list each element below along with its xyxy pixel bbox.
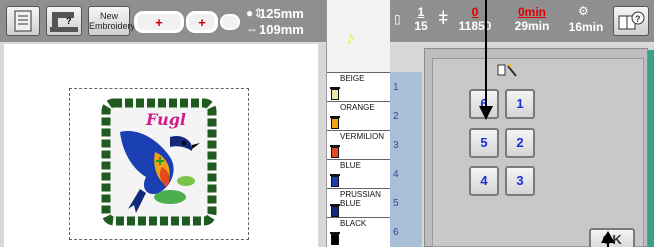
preview-thread-icon: ♪ — [346, 28, 355, 48]
color-name-line1: PRUSSIAN — [340, 190, 381, 199]
sequence-number: 1 — [393, 82, 399, 93]
sequence-number: 3 — [393, 140, 399, 151]
color-item-orange[interactable]: ORANGE — [327, 101, 391, 130]
stitch-total: 11850 — [458, 19, 492, 33]
help-book-icon: ? — [618, 11, 645, 30]
color-item-beige[interactable]: BEIGE — [327, 72, 391, 101]
needle-key-6[interactable]: 6 — [469, 89, 499, 119]
color-name-line2: BLUE — [340, 199, 361, 208]
stitch-counter: 0 11850 — [448, 5, 502, 37]
needle-keypad-area — [432, 58, 644, 247]
embroidery-edit-area[interactable]: Fugl — [4, 44, 318, 247]
new-embroidery-button[interactable]: New Embroidery — [88, 6, 136, 36]
color-sequence-column: 1 2 3 4 5 6 — [390, 72, 422, 247]
sequence-number: 5 — [393, 198, 399, 209]
spool-icon — [330, 174, 340, 187]
spool-icon: ▯ — [394, 12, 401, 26]
ok-button[interactable]: OK — [589, 228, 635, 247]
design-height: 109mm — [259, 22, 304, 37]
frame-center-mark: + — [198, 15, 206, 30]
spool-icon — [330, 145, 340, 158]
svg-text:?: ? — [66, 16, 72, 26]
height-arrow-icon: ⇔ — [246, 22, 258, 36]
embroidery-screen: ? New Embroidery + + ●⇕ ⇔ 125mm 109mm ▯ … — [0, 0, 654, 247]
help-button[interactable]: ? — [613, 6, 649, 36]
sewing-machine-icon: ? — [50, 12, 78, 32]
color-name: BLACK — [340, 219, 367, 228]
sequence-number: 6 — [393, 227, 399, 238]
new-embroidery-label-2: Embroidery — [89, 21, 136, 31]
needle-bar-icon — [497, 64, 517, 77]
color-name: ORANGE — [340, 103, 375, 112]
needle-key-4[interactable]: 4 — [469, 166, 499, 196]
time-total: 29min — [514, 19, 550, 33]
color-name: BLUE — [340, 161, 361, 170]
color-name: BEIGE — [340, 74, 365, 83]
color-item-black[interactable]: BLACK — [327, 217, 391, 246]
thread-stop-icon: ⚙ — [578, 4, 589, 18]
bird-design[interactable]: Fugl — [100, 97, 218, 227]
needle-key-5[interactable]: 5 — [469, 128, 499, 158]
svg-text:?: ? — [635, 14, 641, 24]
design-width: 125mm — [259, 6, 304, 21]
needle-key-2[interactable]: 2 — [505, 128, 535, 158]
thread-preview: ♪ — [326, 0, 390, 72]
stop-time-value: 16min — [568, 20, 604, 34]
needle-current: 1 — [417, 5, 425, 19]
frame-large-button[interactable]: + — [134, 11, 184, 33]
thread-color-list[interactable]: BEIGE ORANGE VERMILION BLUE PRUSSIAN BLU… — [326, 72, 391, 247]
spool-icon — [330, 232, 340, 245]
needle-total: 15 — [414, 19, 428, 33]
layout-icon — [14, 10, 32, 32]
needle-icon: ǂ — [438, 8, 449, 28]
layout-button[interactable] — [6, 6, 40, 36]
color-item-vermilion[interactable]: VERMILION — [327, 130, 391, 159]
frame-small-button[interactable] — [220, 14, 240, 30]
color-item-prussian-blue[interactable]: PRUSSIAN BLUE — [327, 188, 391, 217]
spool-icon — [330, 116, 340, 129]
frame-medium-button[interactable]: + — [186, 11, 218, 33]
frame-center-mark: + — [155, 15, 163, 30]
time-counter: 0min 29min — [510, 5, 554, 37]
sequence-number: 4 — [393, 169, 399, 180]
design-text: Fugl — [145, 110, 186, 129]
needle-counter: 1 15 — [410, 5, 432, 37]
stitch-current: 0 — [471, 5, 479, 19]
new-embroidery-label-1: New — [99, 11, 118, 21]
color-name: VERMILION — [340, 132, 385, 141]
spool-icon — [330, 87, 340, 100]
time-current: 0min — [517, 5, 546, 19]
needle-key-3[interactable]: 3 — [505, 166, 535, 196]
machine-button[interactable]: ? — [46, 6, 82, 36]
needle-key-1[interactable]: 1 — [505, 89, 535, 119]
sequence-number: 2 — [393, 111, 399, 122]
color-item-blue[interactable]: BLUE — [327, 159, 391, 188]
side-accent-strip — [648, 50, 654, 247]
spool-icon — [330, 204, 340, 217]
